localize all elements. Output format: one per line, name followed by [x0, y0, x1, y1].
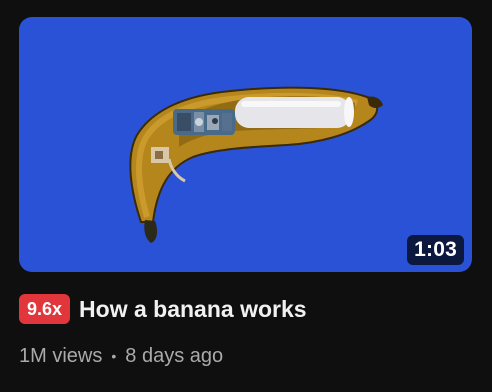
video-thumbnail[interactable]: 1:03 [19, 17, 472, 272]
video-title[interactable]: How a banana works [79, 294, 307, 324]
video-card: 1:03 9.6x How a banana works 1M views • … [0, 0, 492, 392]
view-count: 1M views [19, 345, 103, 367]
banana-illustration [129, 86, 383, 243]
video-metadata: 1M views • 8 days ago [19, 343, 223, 369]
title-row: 9.6x How a banana works [19, 294, 307, 324]
speed-badge: 9.6x [19, 294, 71, 324]
duration-badge: 1:03 [407, 235, 464, 265]
upload-age: 8 days ago [125, 345, 224, 367]
meta-separator: • [111, 348, 117, 364]
